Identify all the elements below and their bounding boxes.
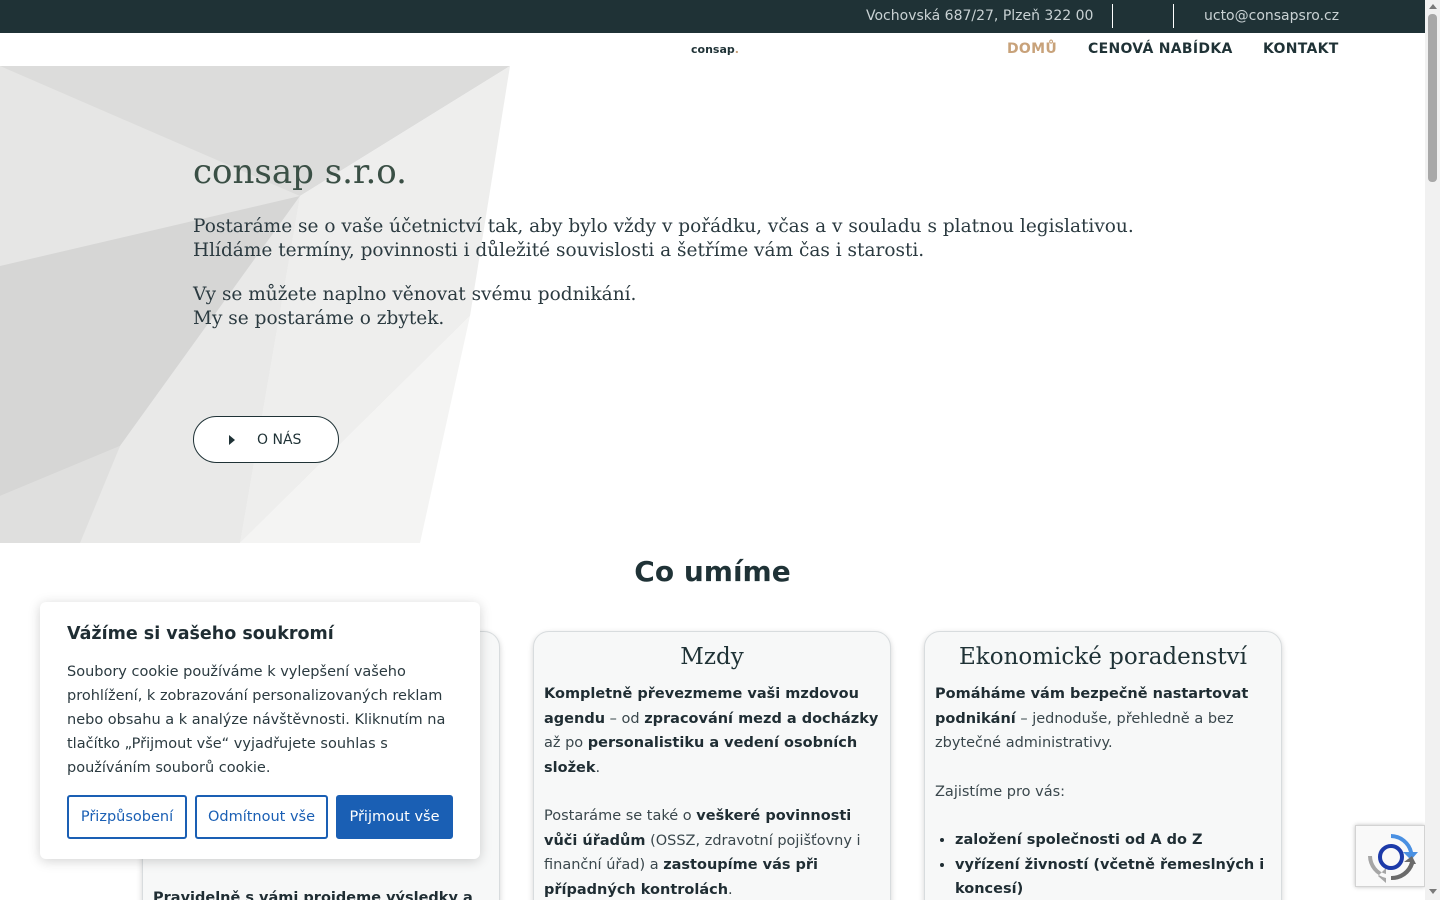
about-us-button[interactable]: O NÁS bbox=[193, 416, 339, 463]
divider bbox=[1112, 4, 1113, 28]
page-scrollbar[interactable] bbox=[1425, 0, 1440, 900]
hero-title: consap s.r.o. bbox=[193, 152, 407, 192]
card-body: Kompletně převezmeme vaši mzdovou agendu… bbox=[544, 686, 879, 898]
service-card-poradenstvi: Ekonomické poradenství Pomáháme vám bezp… bbox=[924, 631, 1282, 900]
card-title: Ekonomické poradenství bbox=[959, 644, 1247, 670]
nav-item-domu[interactable]: DOMŮ bbox=[1007, 41, 1057, 57]
hero-paragraph-2-line-1: Vy se můžete naplno věnovat svému podnik… bbox=[193, 284, 637, 305]
address-text: Vochovská 687/27, Plzeň 322 00 bbox=[866, 8, 1094, 24]
scroll-up-icon[interactable] bbox=[1429, 4, 1437, 9]
card-body: Pomáháme vám bezpečně nastartovat podnik… bbox=[925, 682, 1281, 900]
hero-section: consap s.r.o. Postaráme se o vaše účetni… bbox=[0, 66, 1425, 543]
arrow-right-icon bbox=[229, 434, 235, 445]
about-us-button-label: O NÁS bbox=[257, 431, 302, 448]
cookie-customize-button[interactable]: Přizpůsobení bbox=[67, 795, 187, 839]
cookie-reject-button[interactable]: Odmítnout vše bbox=[195, 795, 328, 839]
top-info-bar: Vochovská 687/27, Plzeň 322 00 ucto@cons… bbox=[0, 0, 1425, 33]
scroll-down-icon[interactable] bbox=[1429, 889, 1437, 894]
divider bbox=[1173, 4, 1174, 28]
nav-item-kontakt[interactable]: KONTAKT bbox=[1263, 41, 1339, 57]
email-link[interactable]: ucto@consapsro.cz bbox=[1204, 8, 1339, 24]
cookie-text: Soubory cookie používáme k vylepšení vaš… bbox=[67, 664, 446, 776]
hero-paragraph-1: Postaráme se o vaše účetnictví tak, aby … bbox=[193, 216, 1134, 261]
logo[interactable]: consap. bbox=[691, 43, 739, 56]
recaptcha-icon bbox=[1368, 834, 1418, 883]
recaptcha-badge[interactable] bbox=[1355, 825, 1425, 887]
service-card-mzdy: Mzdy Kompletně převezmeme vaši mzdovou a… bbox=[533, 631, 891, 900]
nav-item-cenova-nabidka[interactable]: CENOVÁ NABÍDKA bbox=[1088, 41, 1233, 57]
card-left-partial-text: Pravidelně s vámi projdeme výsledky a bbox=[153, 890, 473, 900]
hero-paragraph-2-line-2: My se postaráme o zbytek. bbox=[193, 308, 445, 329]
main-navbar: consap. DOMŮ CENOVÁ NABÍDKA KONTAKT bbox=[0, 33, 1425, 66]
services-heading: Co umíme bbox=[634, 555, 791, 588]
card-title: Mzdy bbox=[680, 644, 744, 670]
cookie-heading: Vážíme si vašeho soukromí bbox=[67, 624, 334, 644]
cookie-accept-button[interactable]: Přijmout vše bbox=[336, 795, 453, 839]
cookie-consent-banner: Vážíme si vašeho soukromí Soubory cookie… bbox=[40, 602, 480, 859]
scrollbar-thumb[interactable] bbox=[1428, 14, 1437, 182]
